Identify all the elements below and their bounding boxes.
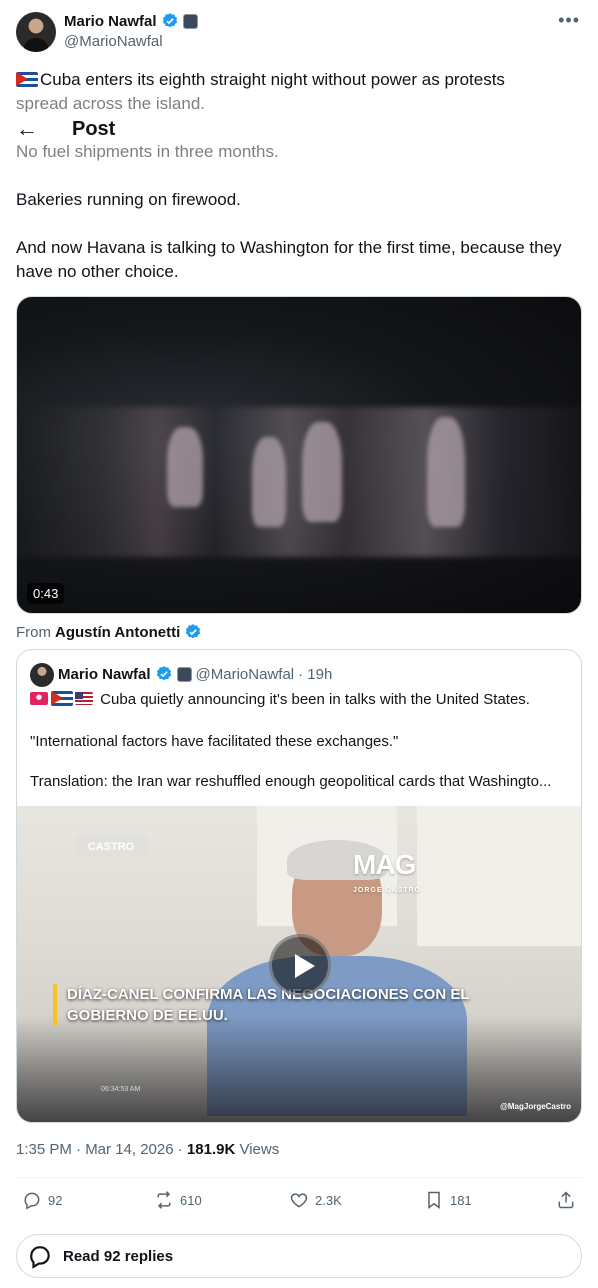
divider [16, 1177, 582, 1178]
quoted-text-first: Cuba quietly announcing it's been in tal… [100, 691, 530, 708]
verified-badge-icon [156, 666, 171, 681]
views-label: Views [239, 1141, 280, 1158]
video-credit: @MagJorgeCastro [500, 1102, 571, 1111]
chat-bubble-icon [30, 1246, 50, 1269]
quoted-text-line1: Cuba quietly announcing it's been in tal… [30, 690, 570, 710]
video-logo: MAG JORGE CASTRO [353, 849, 422, 895]
tweet-text-faded: spread across the island. [16, 94, 205, 113]
quoted-header: Mario Nawfal @MarioNawfal · 19h [58, 665, 332, 683]
reply-button[interactable]: 92 [22, 1190, 62, 1210]
author-handle[interactable]: @MarioNawfal [64, 33, 163, 50]
video-crowd-scene [17, 407, 581, 557]
play-button-icon[interactable] [269, 934, 331, 996]
video-caption: DÍAZ-CANEL CONFIRMA LAS NEGOCIACIONES CO… [67, 986, 470, 1024]
video-wall-sign: CASTRO [75, 836, 147, 858]
video-bottom-shade [17, 1016, 581, 1122]
tweet-text-line1: Cuba enters its eighth straight night wi… [16, 68, 582, 116]
repost-button[interactable]: 610 [154, 1190, 202, 1210]
us-flag-icon [75, 692, 93, 705]
reply-icon [24, 1192, 40, 1210]
verified-badge-icon [186, 624, 201, 639]
bookmark-count: 181 [450, 1192, 472, 1208]
video-figure [252, 437, 286, 527]
post-meta: 1:35 PM · Mar 14, 2026 · 181.9K Views [16, 1141, 279, 1158]
action-bar: 92 610 2.3K 181 [0, 1186, 598, 1218]
quoted-author-avatar [30, 663, 54, 687]
more-options-icon[interactable]: ••• [558, 10, 580, 31]
quoted-author-handle: @MarioNawfal [195, 665, 295, 683]
post-timestamp[interactable]: 1:35 PM · Mar 14, 2026 · [16, 1141, 183, 1158]
quoted-text-line2: "International factors have facilitated … [30, 733, 399, 750]
quoted-tweet[interactable]: Mario Nawfal @MarioNawfal · 19h Cuba qui… [16, 649, 582, 1123]
like-count: 2.3K [315, 1192, 342, 1208]
quoted-author-name: Mario Nawfal [58, 665, 151, 683]
author-avatar[interactable] [16, 12, 56, 52]
video-duration: 0:43 [27, 583, 65, 604]
siren-icon [30, 692, 48, 705]
heart-icon [290, 1193, 308, 1208]
tweet-text-first: Cuba enters its eighth straight night wi… [40, 70, 505, 89]
like-button[interactable]: 2.3K [289, 1190, 342, 1210]
author-name-row: Mario Nawfal [64, 12, 198, 30]
affiliation-badge-icon [176, 666, 192, 682]
tweet-video[interactable] [16, 296, 582, 614]
reply-count: 92 [48, 1192, 63, 1208]
read-replies-label: Read 92 replies [63, 1247, 174, 1265]
cuba-flag-icon [16, 72, 38, 87]
post-header: Mario Nawfal @MarioNawfal ••• [0, 0, 598, 60]
repost-icon [157, 1191, 171, 1209]
author-name[interactable]: Mario Nawfal [64, 13, 157, 30]
quoted-video[interactable]: CASTRO MAG JORGE CASTRO DÍAZ-CANEL CONFIR… [17, 806, 581, 1122]
video-attribution: From Agustín Antonetti [16, 623, 202, 641]
nav-title: Post [72, 118, 116, 140]
video-figure [427, 417, 465, 527]
caption-accent-bar [53, 984, 57, 1026]
views-count: 181.9K [186, 1141, 236, 1158]
bookmark-button[interactable]: 181 [424, 1190, 472, 1210]
tweet-text-line4: And now Havana is talking to Washington … [16, 238, 562, 281]
share-icon [558, 1191, 574, 1209]
tweet-text-line3: Bakeries running on firewood. [16, 190, 241, 209]
quoted-timestamp: · 19h [298, 665, 333, 683]
affiliation-badge-icon[interactable] [182, 13, 198, 29]
video-timestamp: 06:34:53 AM [101, 1086, 141, 1093]
video-wall-panel [417, 806, 581, 946]
back-arrow-icon[interactable]: ← [16, 116, 38, 142]
quoted-text-line3: Translation: the Iran war reshuffled eno… [30, 773, 552, 790]
cuba-flag-icon [51, 691, 73, 706]
tweet-text-line2: No fuel shipments in three months. [16, 142, 279, 161]
repost-count: 610 [180, 1192, 202, 1208]
attribution-source-link[interactable]: Agustín Antonetti [55, 624, 180, 641]
read-replies-button[interactable]: Read 92 replies [16, 1234, 582, 1278]
bookmark-icon [428, 1191, 440, 1209]
share-button[interactable] [556, 1190, 576, 1210]
video-figure [302, 422, 342, 522]
video-figure [167, 427, 203, 507]
attribution-prefix: From [16, 623, 51, 641]
verified-badge-icon [162, 13, 177, 28]
